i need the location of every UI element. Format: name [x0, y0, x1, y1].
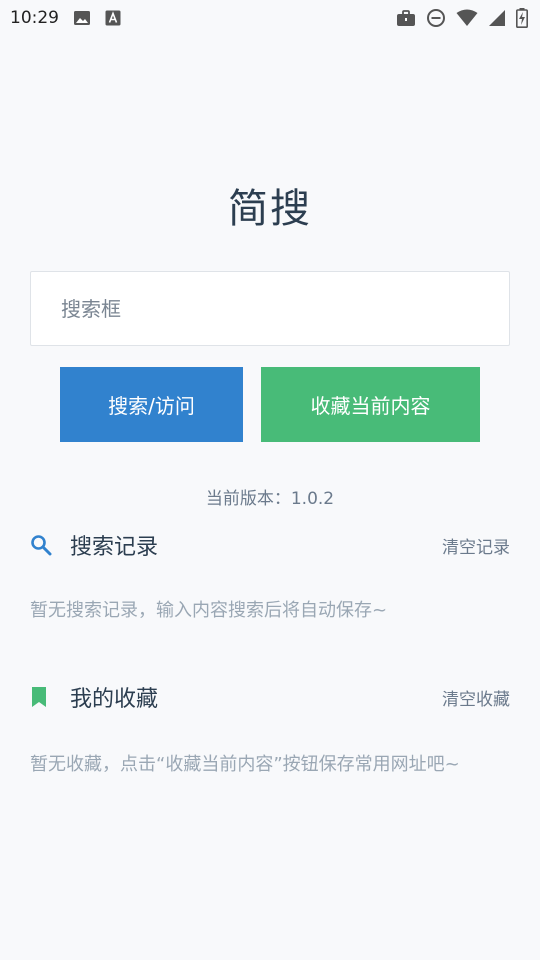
wifi-icon [456, 9, 478, 27]
signal-icon [488, 9, 506, 27]
search-input[interactable] [30, 271, 510, 346]
font-a-icon [105, 10, 121, 26]
favorites-empty: 暂无收藏，点击“收藏当前内容”按钮保存常用网址吧~ [30, 754, 460, 775]
app-title: 简搜 [228, 186, 312, 232]
clear-favorites-button[interactable]: 清空收藏 [442, 685, 510, 710]
search-history-empty: 暂无搜索记录，输入内容搜索后将自动保存~ [30, 600, 388, 621]
favorites-title: 我的收藏 [70, 687, 159, 712]
favorite-current-button[interactable]: 收藏当前内容 [261, 367, 480, 442]
version-text: 当前版本：1.0.2 [205, 489, 335, 509]
battery-charging-icon [516, 8, 528, 28]
favorites-header: 我的收藏 清空收藏 [30, 679, 510, 715]
briefcase-icon [396, 9, 416, 27]
clear-history-button[interactable]: 清空记录 [442, 533, 510, 558]
status-bar: 10:29 [0, 0, 540, 36]
search-visit-button[interactable]: 搜索/访问 [60, 367, 243, 442]
search-history-title: 搜索记录 [70, 535, 159, 560]
do-not-disturb-icon [426, 8, 446, 28]
status-time: 10:29 [10, 8, 59, 28]
image-icon [73, 9, 91, 27]
bookmark-icon [30, 684, 56, 710]
search-icon [30, 532, 56, 558]
search-history-header: 搜索记录 清空记录 [30, 527, 510, 563]
